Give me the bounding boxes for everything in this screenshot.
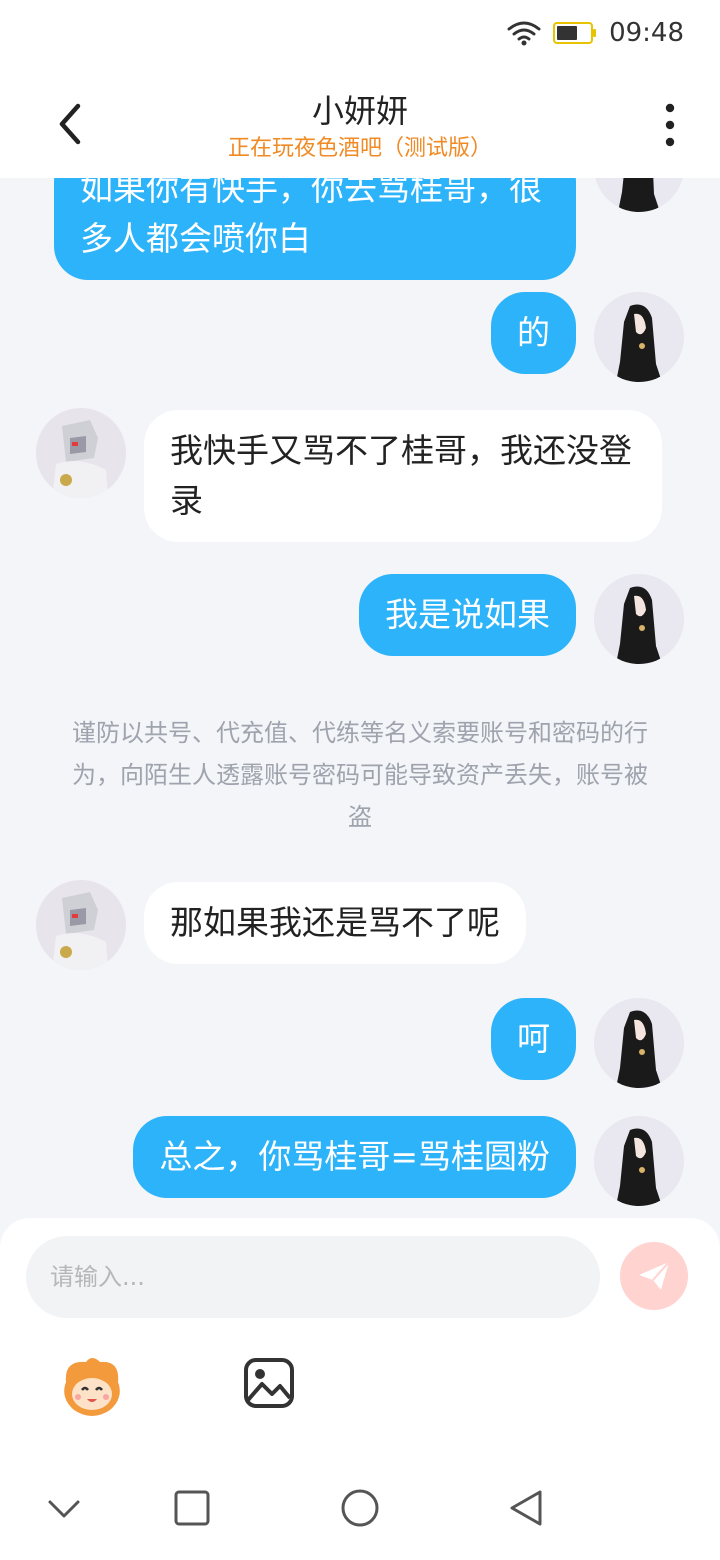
message-input[interactable]: 请输入... [26, 1236, 600, 1318]
compose-area: 请输入... [0, 1218, 720, 1458]
clock: 09:48 [609, 18, 684, 48]
image-picker-icon[interactable] [242, 1356, 296, 1410]
message-bubble-outgoing[interactable]: 呵 [491, 998, 576, 1080]
system-nav-bar [0, 1458, 720, 1560]
battery-icon [553, 22, 597, 44]
message-bubble-outgoing[interactable]: 的 [491, 292, 576, 374]
send-button[interactable] [620, 1242, 688, 1310]
contact-avatar[interactable] [36, 408, 126, 498]
my-avatar[interactable] [594, 998, 684, 1088]
message-bubble-outgoing[interactable]: 如果你有快手，你去骂桂哥，很多人都会喷你白 [54, 178, 576, 280]
message-bubble-outgoing[interactable]: 我是说如果 [359, 574, 576, 656]
status-icons: 09:48 [507, 18, 684, 48]
contact-name: 小妍妍 [311, 92, 408, 130]
nav-back-icon[interactable] [504, 1486, 548, 1530]
message-bubble-incoming[interactable]: 我快手又骂不了桂哥，我还没登录 [144, 410, 662, 542]
chat-header: 小妍妍 正在玩夜色酒吧（测试版） [0, 70, 720, 178]
message-bubble-incoming[interactable]: 那如果我还是骂不了呢 [144, 882, 526, 964]
my-avatar[interactable] [594, 574, 684, 664]
contact-avatar[interactable] [36, 880, 126, 970]
wifi-icon [507, 21, 541, 46]
nav-recents-icon[interactable] [170, 1486, 214, 1530]
nav-home-icon[interactable] [338, 1486, 382, 1530]
message-bubble-outgoing[interactable]: 总之，你骂桂哥=骂桂圆粉 [133, 1116, 576, 1198]
my-avatar[interactable] [594, 292, 684, 382]
nav-collapse-icon[interactable] [42, 1486, 86, 1530]
my-avatar[interactable] [594, 178, 684, 212]
send-icon [639, 1261, 670, 1290]
my-avatar[interactable] [594, 1116, 684, 1206]
security-notice: 谨防以共号、代充值、代练等名义索要账号和密码的行为，向陌生人透露账号密码可能导致… [72, 719, 648, 831]
chat-messages[interactable]: 如果你有快手，你去骂桂哥，很多人都会喷你白 的 我快手又骂不了桂哥，我还没登录 … [0, 178, 720, 1218]
more-options-icon[interactable] [658, 102, 682, 148]
status-bar: 09:48 [0, 0, 720, 70]
contact-status: 正在玩夜色酒吧（测试版） [227, 136, 492, 161]
emoji-sticker-icon[interactable] [56, 1352, 128, 1424]
